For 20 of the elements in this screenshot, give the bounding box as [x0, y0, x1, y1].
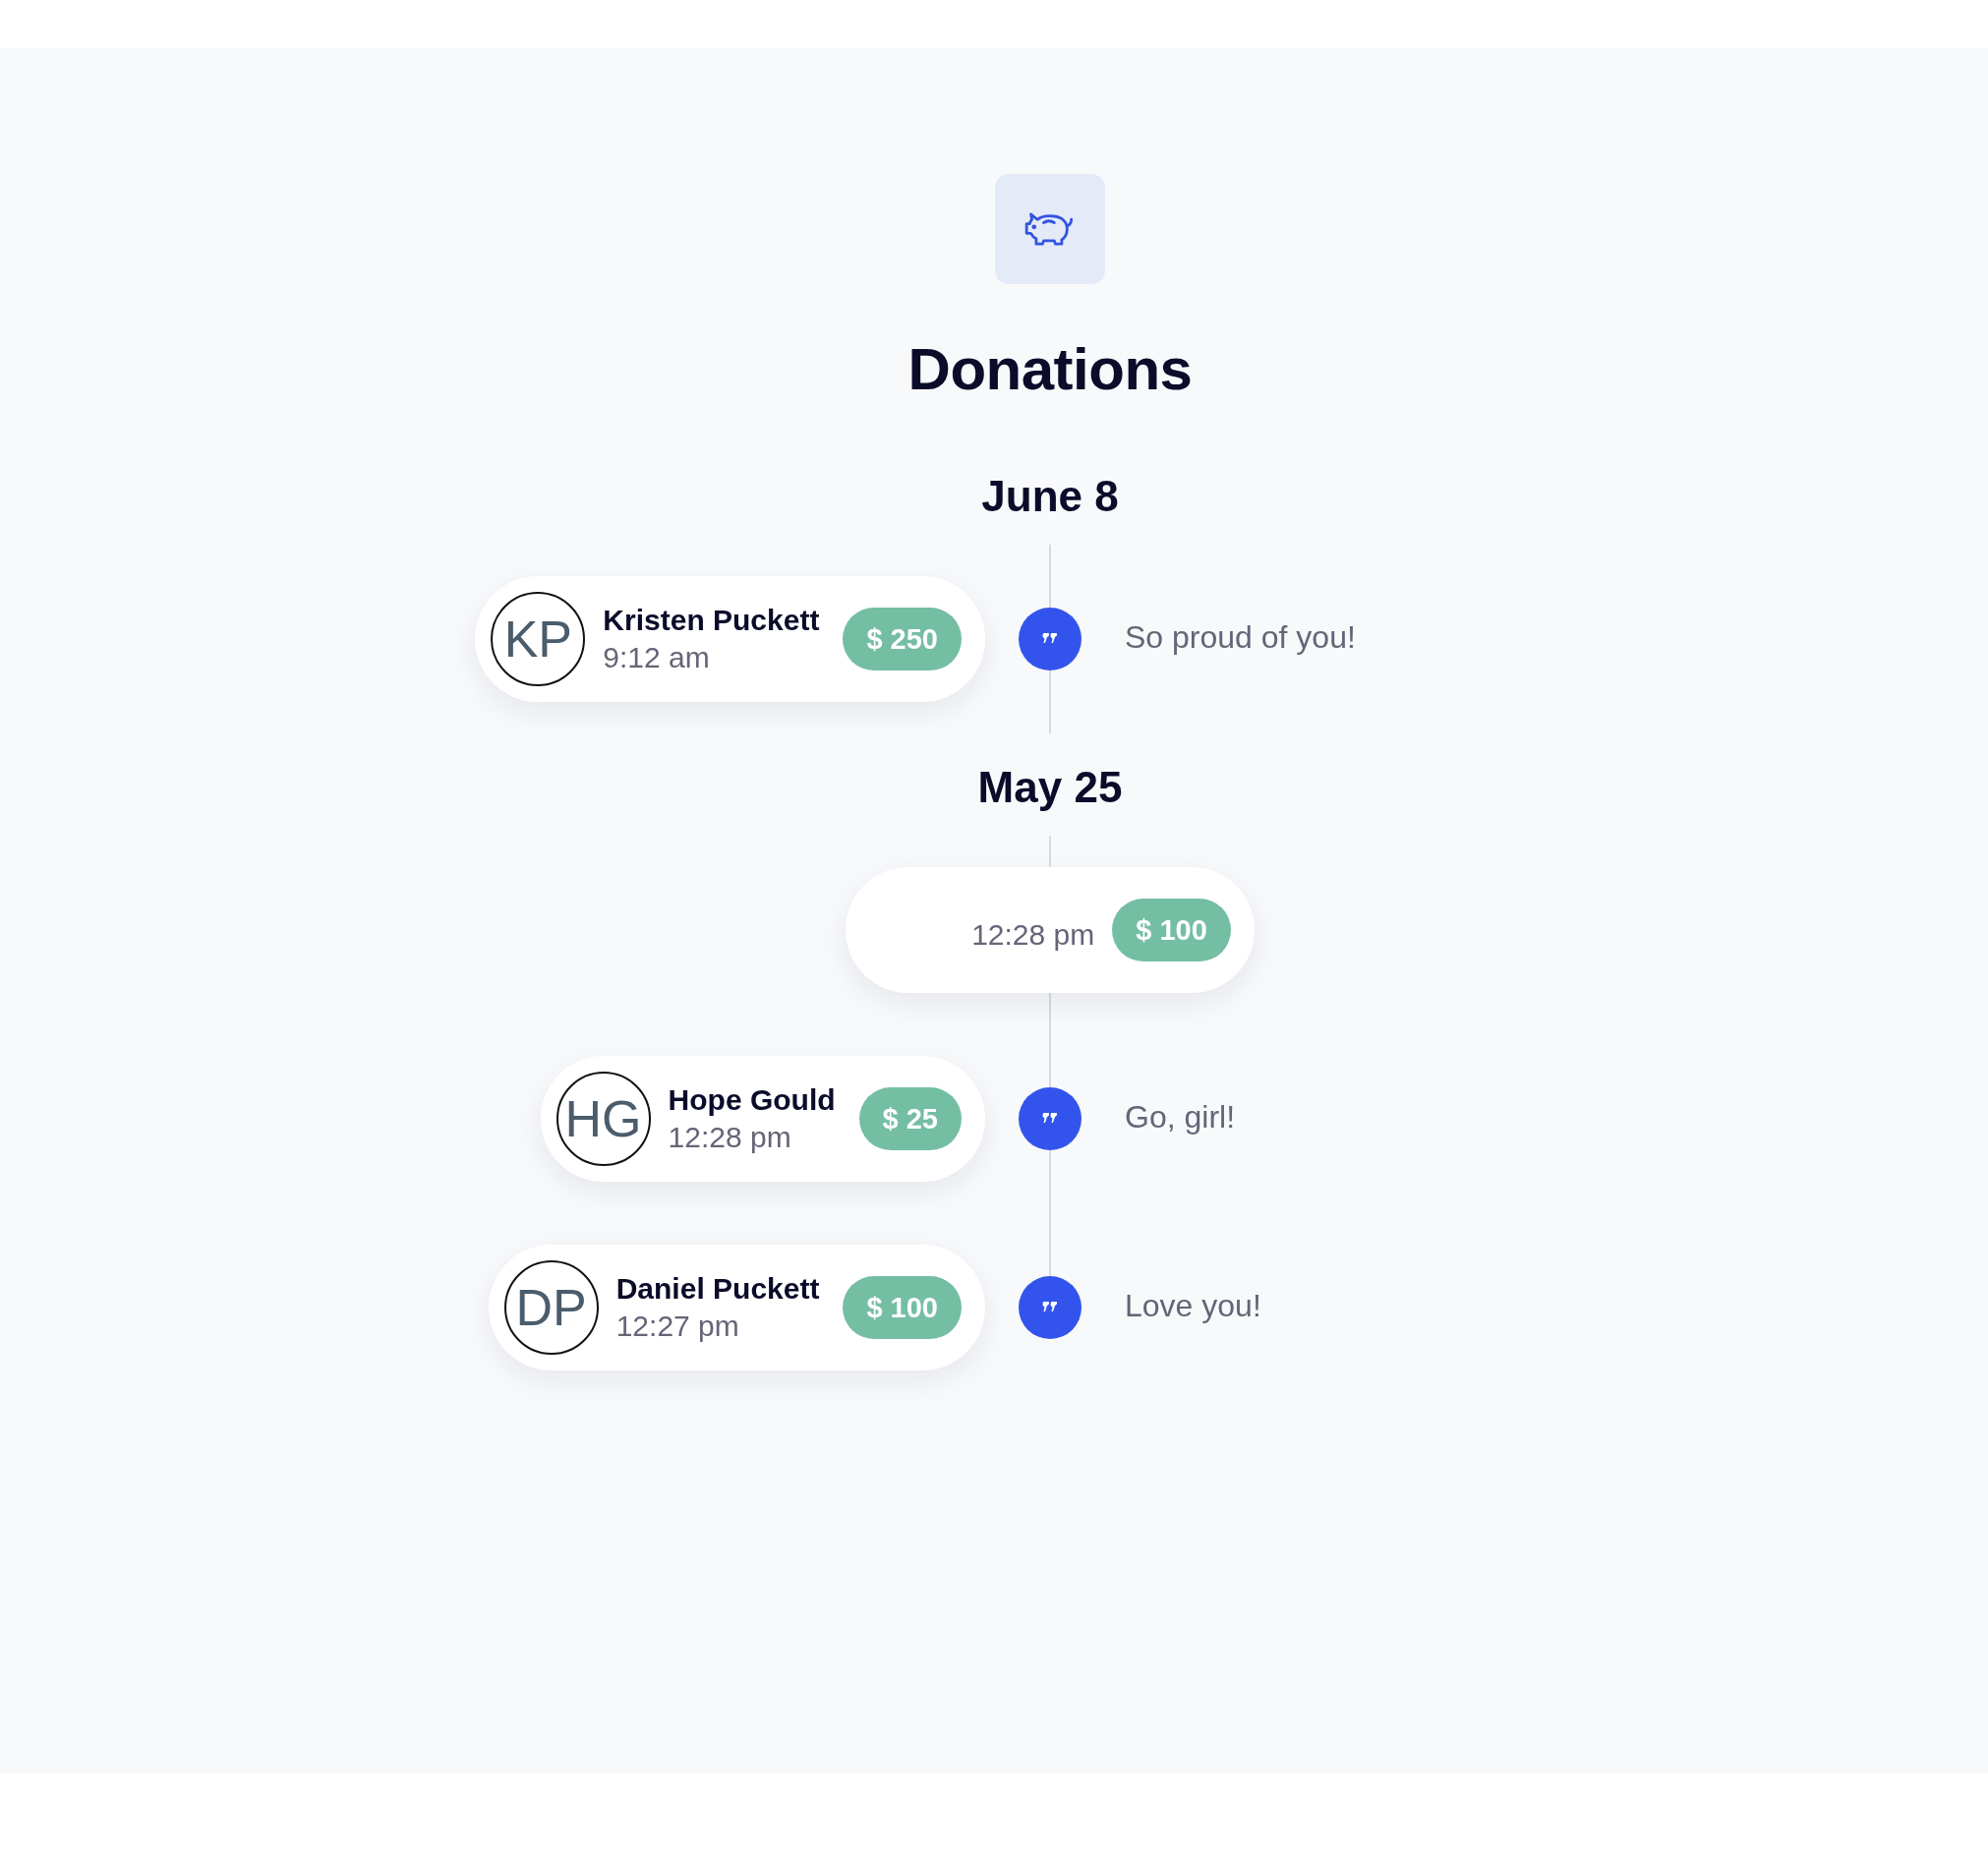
- donation-time: 12:27 pm: [615, 1310, 740, 1343]
- donor-name: Daniel Puckett: [615, 1272, 820, 1306]
- avatar: HG: [555, 1072, 651, 1166]
- donation-time: 12:28 pm: [971, 918, 1095, 952]
- avatar: KP: [491, 592, 586, 686]
- donation-message: Love you!: [1124, 1287, 1262, 1324]
- date-heading: May 25: [977, 763, 1123, 812]
- donation-message: So proud of you!: [1124, 618, 1357, 656]
- page-title: Donations: [907, 335, 1193, 403]
- donor-name: Hope Gould: [668, 1083, 836, 1117]
- amount-badge: $ 250: [843, 608, 962, 670]
- donation-time: 9:12 am: [603, 641, 711, 674]
- avatar: DP: [503, 1260, 599, 1355]
- date-heading: June 8: [981, 472, 1119, 521]
- donation-time: 12:28 pm: [668, 1121, 792, 1154]
- amount-badge: $ 100: [1112, 899, 1231, 961]
- donor-name: Kristen Puckett: [603, 604, 820, 637]
- donation-message: Go, girl!: [1124, 1098, 1237, 1136]
- amount-badge: $ 25: [858, 1087, 962, 1150]
- amount-badge: $ 100: [843, 1276, 962, 1339]
